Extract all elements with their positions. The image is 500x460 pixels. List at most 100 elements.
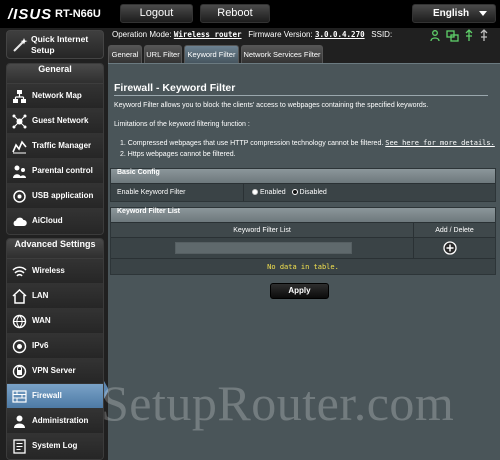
title-divider	[114, 95, 488, 96]
asus-logo: /ISUS	[8, 6, 53, 23]
traffic-chart-icon	[12, 140, 27, 154]
keyword-list-column-header: Keyword Filter List	[233, 227, 291, 234]
guest-network-icon	[12, 114, 27, 129]
network-map-icon	[13, 90, 26, 103]
sidebar: Quick Internet Setup General Network Map…	[0, 28, 108, 460]
sidebar-item-label: Firewall	[32, 391, 62, 400]
language-value: English	[433, 8, 470, 19]
sidebar-item-parental-control[interactable]: Parental control	[7, 159, 103, 184]
quick-internet-setup-label: Quick Internet Setup	[31, 34, 89, 55]
usb-status-icon[interactable]	[465, 29, 473, 41]
sidebar-item-wan[interactable]: WAN	[7, 309, 103, 334]
sidebar-item-vpn-server[interactable]: VPN Server	[7, 359, 103, 384]
advanced-settings-heading: Advanced Settings	[7, 239, 103, 259]
sidebar-item-administration[interactable]: Administration	[7, 409, 103, 434]
router-admin-page: /ISUS RT-N66U Logout Reboot English Quic…	[0, 0, 500, 460]
parental-control-icon	[13, 165, 26, 178]
lan-home-icon	[12, 289, 27, 304]
model-name: RT-N66U	[55, 8, 101, 20]
firmware-version-label: Firmware Version:	[248, 30, 313, 39]
ipv6-globe-icon	[12, 339, 27, 354]
sidebar-item-aicloud[interactable]: AiCloud	[7, 209, 103, 234]
advanced-settings-group: Advanced Settings Wireless LAN WAN IPv6 …	[6, 238, 104, 460]
keyword-input-row	[111, 237, 495, 258]
ssid-label: SSID:	[371, 30, 393, 39]
page-title: Firewall - Keyword Filter	[114, 82, 236, 94]
cloud-icon	[13, 217, 27, 226]
column-divider	[413, 238, 414, 258]
column-divider	[243, 184, 244, 201]
top-bar: /ISUS RT-N66U Logout Reboot English	[0, 0, 500, 28]
sidebar-item-label: Traffic Manager	[32, 141, 92, 150]
sidebar-item-label: Network Map	[32, 91, 82, 100]
sidebar-item-label: Guest Network	[32, 116, 89, 125]
sidebar-item-ipv6[interactable]: IPv6	[7, 334, 103, 359]
enable-keyword-filter-row: Enable Keyword Filter Enabled Disabled	[111, 183, 495, 201]
keyword-filter-list-header: Keyword Filter List	[111, 208, 495, 222]
disabled-label: Disabled	[299, 189, 327, 196]
basic-config-header: Basic Config	[111, 169, 495, 183]
wifi-icon	[12, 266, 27, 277]
globe-icon	[12, 314, 27, 329]
add-plus-icon[interactable]	[443, 241, 457, 255]
usb-port-status-icon[interactable]	[480, 29, 488, 41]
sidebar-item-firewall[interactable]: Firewall	[7, 384, 103, 409]
keyword-input[interactable]	[175, 242, 352, 254]
enable-keyword-filter-options: Enabled Disabled	[252, 184, 327, 201]
tab-url-filter[interactable]: URL Filter	[144, 45, 182, 63]
sidebar-item-label: Administration	[32, 416, 89, 425]
logout-button[interactable]: Logout	[120, 4, 193, 23]
status-icons	[430, 29, 488, 42]
sidebar-item-label: Wireless	[32, 266, 65, 275]
disabled-radio[interactable]	[291, 189, 298, 196]
limitations-title: Limitations of the keyword filtering fun…	[114, 121, 250, 128]
sidebar-item-label: Parental control	[32, 166, 93, 175]
vpn-icon	[12, 364, 27, 379]
sidebar-item-system-log[interactable]: System Log	[7, 434, 103, 459]
sidebar-item-lan[interactable]: LAN	[7, 284, 103, 309]
operation-mode-link[interactable]: Wireless router	[174, 30, 242, 39]
sidebar-item-wireless[interactable]: Wireless	[7, 259, 103, 284]
reboot-button[interactable]: Reboot	[200, 4, 270, 23]
chevron-down-icon	[479, 11, 487, 16]
firewall-icon	[12, 390, 27, 403]
language-select[interactable]: English	[412, 4, 496, 23]
limitation-text-1: 1. Compressed webpages that use HTTP com…	[120, 140, 384, 147]
empty-table-message: No data in table.	[111, 258, 495, 274]
page-description: Keyword Filter allows you to block the c…	[114, 102, 429, 109]
sidebar-item-label: LAN	[32, 291, 49, 300]
tab-network-services-filter[interactable]: Network Services Filter	[241, 45, 323, 63]
keyword-filter-columns-row: Keyword Filter List Add / Delete	[111, 222, 495, 237]
user-status-icon[interactable]	[430, 30, 440, 42]
apply-button[interactable]: Apply	[270, 283, 329, 299]
operation-mode-label: Operation Mode:	[112, 30, 172, 39]
usb-icon	[13, 190, 26, 203]
quick-internet-setup-button[interactable]: Quick Internet Setup	[6, 30, 104, 59]
admin-user-icon	[14, 415, 25, 428]
enabled-label: Enabled	[260, 189, 286, 196]
sidebar-item-label: USB application	[32, 191, 94, 200]
tab-keyword-filter[interactable]: Keyword Filter	[184, 45, 239, 63]
sidebar-item-guest-network[interactable]: Guest Network	[7, 109, 103, 134]
sidebar-item-label: System Log	[32, 441, 78, 450]
network-status-icon[interactable]	[446, 30, 459, 42]
wand-icon	[13, 38, 28, 52]
limitation-item-2: 2. Https webpages cannot be filtered.	[120, 151, 236, 158]
sidebar-item-traffic-manager[interactable]: Traffic Manager	[7, 134, 103, 159]
keyword-filter-list-table: Keyword Filter List Keyword Filter List …	[110, 207, 496, 275]
sidebar-item-label: WAN	[32, 316, 51, 325]
enable-keyword-filter-label: Enable Keyword Filter	[117, 189, 186, 196]
enabled-radio[interactable]	[252, 189, 258, 196]
more-details-link[interactable]: See here for more details.	[385, 139, 495, 147]
sidebar-item-network-map[interactable]: Network Map	[7, 84, 103, 109]
content-panel: Firewall - Keyword Filter Keyword Filter…	[108, 63, 500, 460]
general-group: General Network Map Guest Network Traffi…	[6, 63, 104, 235]
sidebar-item-label: VPN Server	[32, 366, 76, 375]
add-delete-column-header: Add / Delete	[435, 227, 474, 234]
firmware-version-link[interactable]: 3.0.0.4.270	[315, 30, 365, 39]
limitation-item-1: 1. Compressed webpages that use HTTP com…	[120, 139, 495, 147]
tab-general[interactable]: General	[108, 45, 142, 63]
sidebar-item-usb-application[interactable]: USB application	[7, 184, 103, 209]
general-heading: General	[7, 64, 103, 84]
basic-config-table: Basic Config Enable Keyword Filter Enabl…	[110, 168, 496, 202]
